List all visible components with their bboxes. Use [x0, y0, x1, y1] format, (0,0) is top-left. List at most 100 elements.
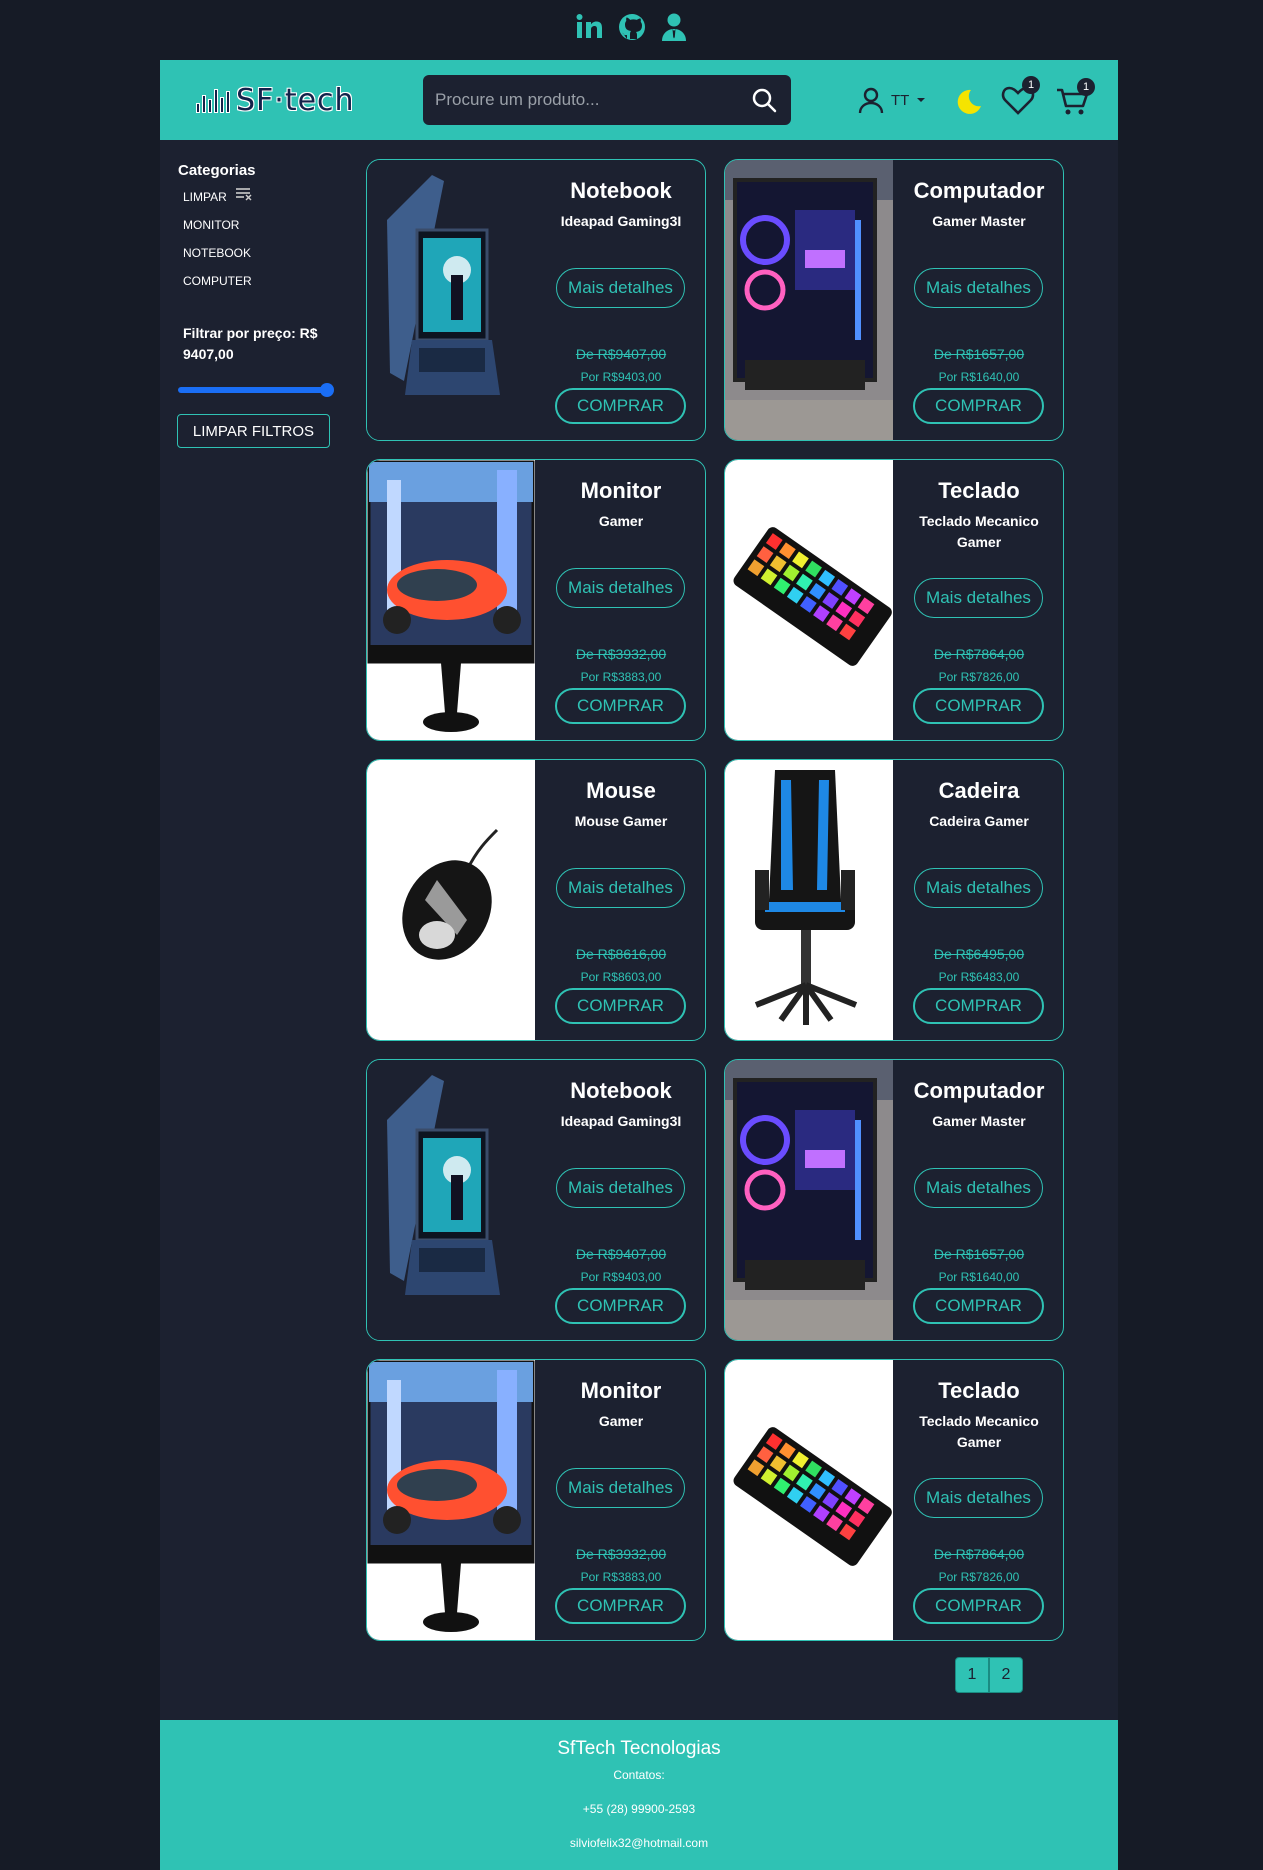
buy-button[interactable]: COMPRAR: [913, 1588, 1044, 1624]
new-price: Por R$7826,00: [938, 1570, 1020, 1584]
product-image[interactable]: [367, 760, 535, 1040]
footer-email[interactable]: silviofelix32@hotmail.com: [160, 1836, 1118, 1850]
footer-phone: +55 (28) 99900-2593: [582, 1802, 696, 1816]
cart-button[interactable]: 1: [1055, 78, 1095, 120]
buy-button[interactable]: COMPRAR: [555, 688, 686, 724]
product-info: Teclado Teclado Mecanico Gamer Mais detalh…: [893, 460, 1063, 740]
product-name: Teclado: [938, 478, 1020, 503]
product-description: Ideapad Gaming3I: [560, 1113, 682, 1129]
product-image[interactable]: [367, 160, 535, 440]
product-description: Ideapad Gaming3I: [560, 213, 682, 229]
category-computer[interactable]: COMPUTER: [178, 271, 338, 299]
product-card[interactable]: Notebook Ideapad Gaming3I Mais detalhes De …: [366, 1059, 706, 1341]
product-description: Gamer Master: [932, 1113, 1026, 1129]
product-info: Monitor Gamer Mais detalhes De R$3932,00 Por…: [535, 1360, 705, 1640]
price-slider-thumb[interactable]: [320, 383, 334, 397]
product-name: Cadeira: [938, 778, 1020, 803]
social-links: [0, 10, 1263, 50]
product-info: Monitor Gamer Mais detalhes De R$3932,00 Por…: [535, 460, 705, 740]
product-image[interactable]: [725, 1060, 893, 1340]
new-price: Por R$9403,00: [580, 1270, 662, 1284]
moon-icon[interactable]: [953, 87, 983, 117]
cart-count-badge: 1: [1077, 78, 1095, 96]
search-input[interactable]: [423, 90, 733, 110]
product-card[interactable]: Monitor Gamer Mais detalhes De R$3932,00 Por…: [366, 1359, 706, 1641]
product-name: Computador: [913, 178, 1045, 203]
buy-button[interactable]: COMPRAR: [913, 388, 1044, 424]
category-monitor[interactable]: MONITOR: [178, 215, 338, 243]
product-info: Mouse Mouse Gamer Mais detalhes De R$8616,0…: [535, 760, 705, 1040]
product-name: Notebook: [570, 1078, 672, 1103]
product-name: Monitor: [580, 478, 662, 503]
product-card[interactable]: Mouse Mouse Gamer Mais detalhes De R$8616,0…: [366, 759, 706, 1041]
buy-button[interactable]: COMPRAR: [555, 1588, 686, 1624]
details-button[interactable]: Mais detalhes: [556, 1468, 685, 1508]
category-clear[interactable]: LIMPAR: [178, 187, 338, 215]
product-card[interactable]: Teclado Teclado Mecanico Gamer Mais detalh…: [724, 459, 1064, 741]
category-sidebar: Categorias LIMPAR MONITOR NOTEBOOK COMPU…: [178, 162, 338, 299]
search-bar: [423, 75, 791, 125]
product-name: Notebook: [570, 178, 672, 203]
product-card[interactable]: Cadeira Cadeira Gamer Mais detalhes De R$64…: [724, 759, 1064, 1041]
user-tie-icon[interactable]: [659, 10, 689, 44]
details-button[interactable]: Mais detalhes: [914, 578, 1043, 618]
product-image[interactable]: [367, 460, 535, 740]
wishlist-button[interactable]: 1: [1000, 76, 1040, 118]
category-label: NOTEBOOK: [183, 246, 252, 260]
product-info: Computador Gamer Master Mais detalhes De R$…: [893, 160, 1063, 440]
product-card[interactable]: Monitor Gamer Mais detalhes De R$3932,00 Por…: [366, 459, 706, 741]
buy-button[interactable]: COMPRAR: [913, 1288, 1044, 1324]
price-filter-label: Filtrar por preço: R$ 9407,00: [183, 325, 318, 362]
wishlist-count-badge: 1: [1022, 76, 1040, 94]
details-button[interactable]: Mais detalhes: [556, 868, 685, 908]
page-1-button[interactable]: 1: [955, 1657, 989, 1693]
logo[interactable]: SF·tech: [196, 82, 355, 118]
user-menu[interactable]: TT: [857, 86, 927, 114]
old-price: De R$7864,00: [933, 1546, 1025, 1562]
details-button[interactable]: Mais detalhes: [556, 268, 685, 308]
details-button[interactable]: Mais detalhes: [914, 1478, 1043, 1518]
new-price: Por R$6483,00: [938, 970, 1020, 984]
product-description: Gamer: [598, 1413, 644, 1429]
product-image[interactable]: [725, 460, 893, 740]
product-card[interactable]: Notebook Ideapad Gaming3I Mais detalhes De …: [366, 159, 706, 441]
details-button[interactable]: Mais detalhes: [556, 568, 685, 608]
product-name: Computador: [913, 1078, 1045, 1103]
clear-filters-button[interactable]: LIMPAR FILTROS: [177, 414, 330, 448]
product-image[interactable]: [725, 1360, 893, 1640]
details-button[interactable]: Mais detalhes: [914, 868, 1043, 908]
buy-button[interactable]: COMPRAR: [555, 988, 686, 1024]
buy-button[interactable]: COMPRAR: [913, 688, 1044, 724]
github-icon[interactable]: [617, 10, 647, 44]
linkedin-icon[interactable]: [575, 10, 605, 44]
page-2-button[interactable]: 2: [989, 1657, 1023, 1693]
new-price: Por R$1640,00: [938, 1270, 1020, 1284]
category-notebook[interactable]: NOTEBOOK: [178, 243, 338, 271]
details-button[interactable]: Mais detalhes: [914, 1168, 1043, 1208]
product-info: Notebook Ideapad Gaming3I Mais detalhes De …: [535, 160, 705, 440]
logo-equalizer-icon: [196, 87, 230, 113]
user-name: TT: [891, 91, 910, 109]
details-button[interactable]: Mais detalhes: [556, 1168, 685, 1208]
product-image[interactable]: [725, 760, 893, 1040]
price-slider[interactable]: [178, 383, 334, 397]
old-price: De R$1657,00: [933, 1246, 1025, 1262]
details-button[interactable]: Mais detalhes: [914, 268, 1043, 308]
product-image[interactable]: [725, 160, 893, 440]
product-card[interactable]: Teclado Teclado Mecanico Gamer Mais detalh…: [724, 1359, 1064, 1641]
product-card[interactable]: Computador Gamer Master Mais detalhes De R$…: [724, 1059, 1064, 1341]
old-price: De R$3932,00: [575, 1546, 667, 1562]
product-card[interactable]: Computador Gamer Master Mais detalhes De R$…: [724, 159, 1064, 441]
buy-button[interactable]: COMPRAR: [913, 988, 1044, 1024]
category-label: LIMPAR: [183, 190, 227, 204]
user-icon: [858, 87, 884, 114]
product-image[interactable]: [367, 1060, 535, 1340]
search-icon[interactable]: [751, 87, 777, 113]
product-description: Mouse Gamer: [574, 813, 668, 829]
product-description: Teclado Mecanico Gamer: [919, 1413, 1039, 1450]
buy-button[interactable]: COMPRAR: [555, 388, 686, 424]
old-price: De R$6495,00: [933, 946, 1025, 962]
product-image[interactable]: [367, 1360, 535, 1640]
buy-button[interactable]: COMPRAR: [555, 1288, 686, 1324]
header: SF·tech TT 1 1: [160, 60, 1118, 140]
